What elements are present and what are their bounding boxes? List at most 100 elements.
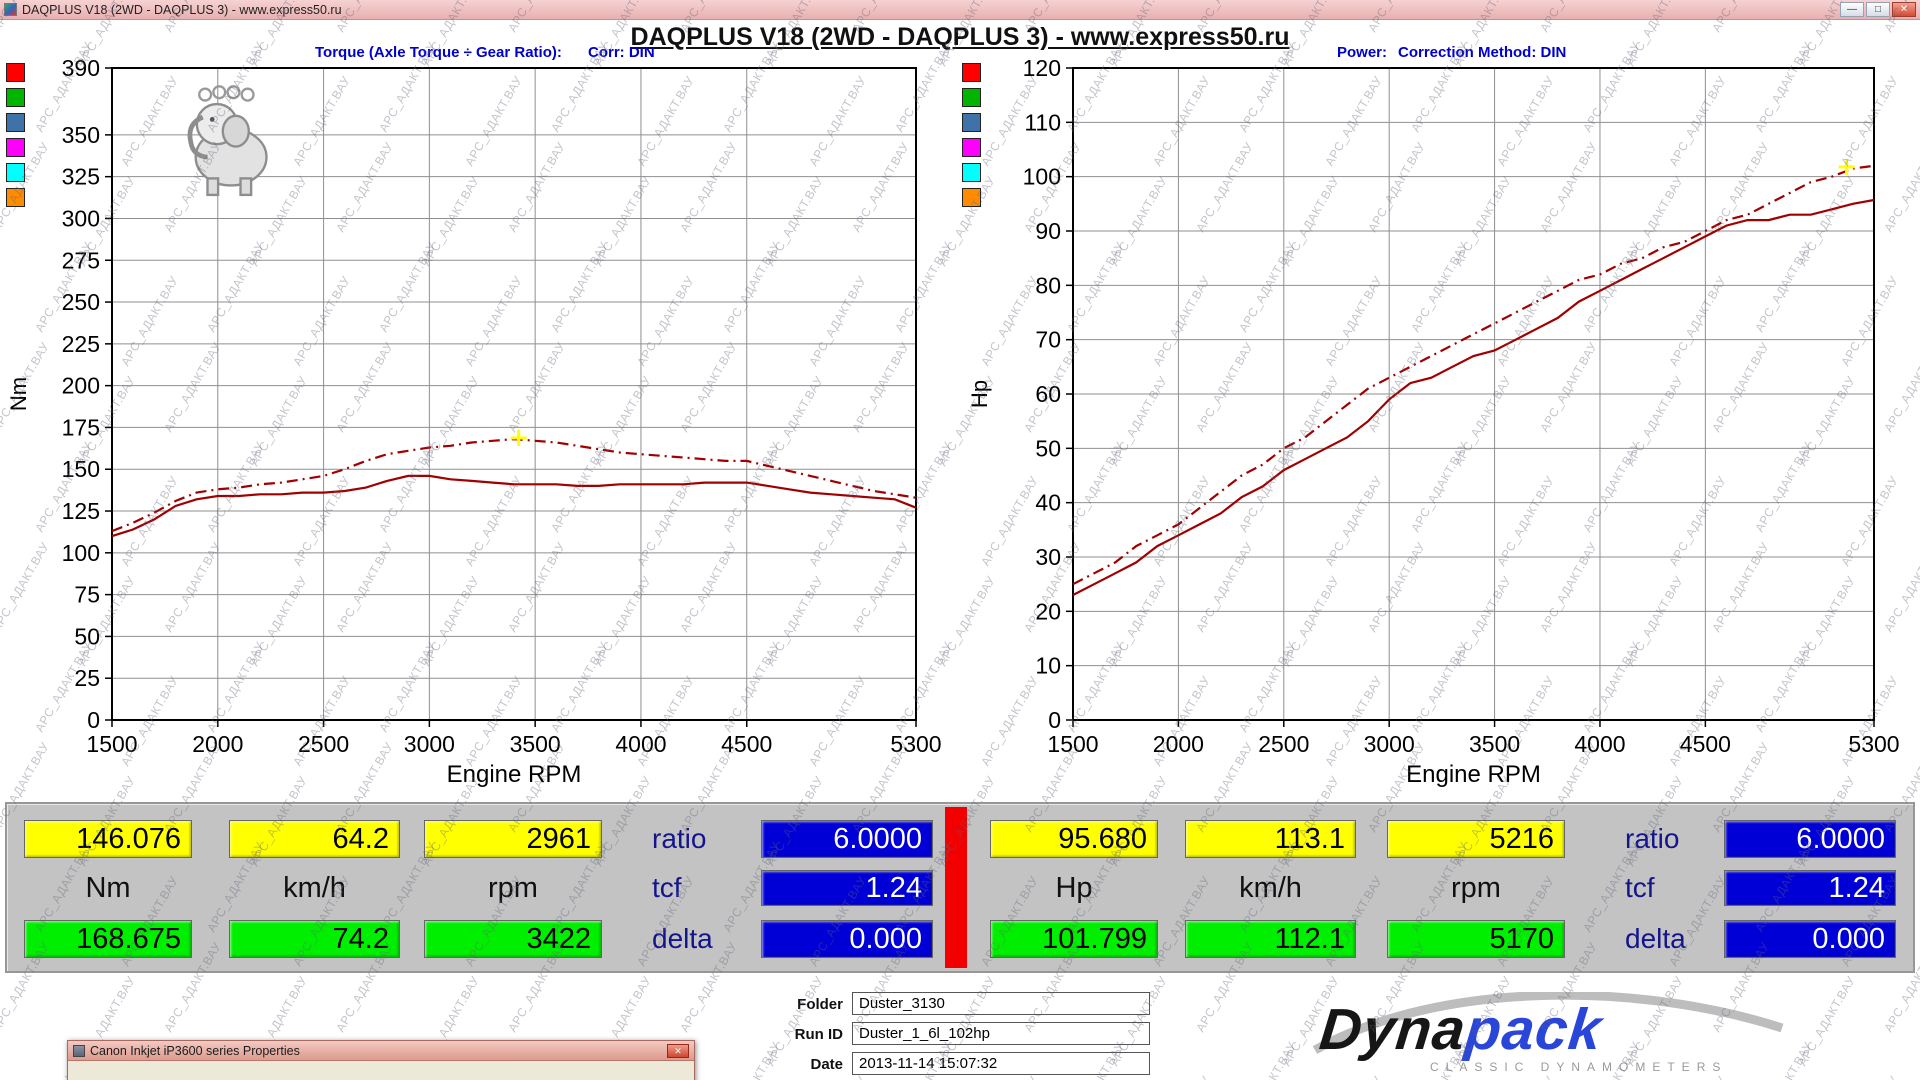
speed-unit-label-right: km/h bbox=[1185, 870, 1356, 906]
svg-text:1500: 1500 bbox=[1047, 731, 1098, 757]
svg-text:2000: 2000 bbox=[1153, 731, 1204, 757]
rpm-cursor2-value-left: 3422 bbox=[424, 920, 602, 958]
svg-text:Nm: Nm bbox=[6, 377, 31, 411]
run-color-swatch-1[interactable] bbox=[6, 63, 25, 82]
svg-text:125: 125 bbox=[62, 498, 100, 524]
dynapack-logo: Dynapack CLASSIC DYNAMOMETERS bbox=[1310, 990, 1790, 1080]
folder-label: Folder bbox=[725, 996, 843, 1013]
date-label: Date bbox=[725, 1056, 843, 1073]
speed-cursor2-value-left: 74.2 bbox=[229, 920, 400, 958]
rpm-cursor1-value-right: 5216 bbox=[1387, 820, 1565, 858]
svg-text:120: 120 bbox=[1023, 55, 1061, 81]
dynapack-subtitle: CLASSIC DYNAMOMETERS bbox=[1430, 1060, 1727, 1074]
svg-text:30: 30 bbox=[1035, 544, 1061, 570]
power-chart[interactable]: 1500200025003000350040004500530001020304… bbox=[965, 55, 1920, 805]
minimize-button[interactable]: — bbox=[1840, 2, 1864, 17]
power-correction-label: Correction Method: DIN bbox=[1398, 44, 1566, 61]
run-color-swatch-1[interactable] bbox=[962, 63, 981, 82]
torque-chart-title: Torque (Axle Torque ÷ Gear Ratio): bbox=[315, 44, 562, 61]
svg-text:70: 70 bbox=[1035, 327, 1061, 353]
svg-text:80: 80 bbox=[1035, 272, 1061, 298]
torque-run-legend bbox=[6, 63, 25, 207]
svg-text:2500: 2500 bbox=[298, 731, 349, 757]
run-color-swatch-3[interactable] bbox=[962, 113, 981, 132]
dynapack-text-blue: pack bbox=[1462, 997, 1605, 1062]
rpm-unit-label-left: rpm bbox=[424, 870, 602, 906]
svg-text:4500: 4500 bbox=[721, 731, 772, 757]
svg-text:20: 20 bbox=[1035, 598, 1061, 624]
speed-unit-label-left: km/h bbox=[229, 870, 400, 906]
svg-text:5300: 5300 bbox=[1848, 731, 1899, 757]
svg-text:3500: 3500 bbox=[1469, 731, 1520, 757]
svg-text:Hp: Hp bbox=[967, 380, 992, 408]
run-color-swatch-5[interactable] bbox=[6, 163, 25, 182]
svg-text:4000: 4000 bbox=[1574, 731, 1625, 757]
svg-text:275: 275 bbox=[62, 247, 100, 273]
printer-properties-dialog[interactable]: Canon Inkjet iP3600 series Properties ✕ bbox=[67, 1040, 695, 1080]
run-color-swatch-6[interactable] bbox=[962, 188, 981, 207]
run-color-swatch-2[interactable] bbox=[962, 88, 981, 107]
svg-text:110: 110 bbox=[1024, 109, 1061, 135]
svg-text:3500: 3500 bbox=[510, 731, 561, 757]
values-panel: 146.076 64.2 2961 ratio 6.0000 Nm km/h r… bbox=[5, 802, 1915, 973]
svg-text:325: 325 bbox=[62, 164, 100, 190]
app-icon bbox=[4, 3, 17, 16]
printer-icon bbox=[73, 1045, 85, 1057]
torque-chart[interactable]: 1500200025003000350040004500530002550751… bbox=[0, 55, 952, 805]
tcf-value-right: 1.24 bbox=[1724, 870, 1896, 906]
tcf-value-left: 1.24 bbox=[761, 870, 933, 906]
date-field[interactable] bbox=[852, 1052, 1150, 1075]
svg-text:225: 225 bbox=[62, 331, 100, 357]
power-run-legend bbox=[962, 63, 981, 207]
svg-text:250: 250 bbox=[62, 289, 100, 315]
torque-chart-svg: 1500200025003000350040004500530002550751… bbox=[0, 55, 952, 800]
printer-dialog-close-button[interactable]: ✕ bbox=[667, 1044, 689, 1058]
window-controls: — □ ✕ bbox=[1840, 2, 1916, 17]
window-title: DAQPLUS V18 (2WD - DAQPLUS 3) - www.expr… bbox=[22, 3, 342, 17]
svg-text:150: 150 bbox=[62, 456, 100, 482]
power-chart-svg: 1500200025003000350040004500530001020304… bbox=[965, 55, 1920, 800]
ratio-value-right: 6.0000 bbox=[1724, 820, 1896, 858]
svg-text:Engine RPM: Engine RPM bbox=[447, 761, 582, 788]
svg-text:3000: 3000 bbox=[404, 731, 455, 757]
power-cursor1-value: 95.680 bbox=[990, 820, 1158, 858]
elephant-logo bbox=[165, 83, 283, 203]
rpm-unit-label-right: rpm bbox=[1387, 870, 1565, 906]
ratio-value-left: 6.0000 bbox=[761, 820, 933, 858]
page-title: DAQPLUS V18 (2WD - DAQPLUS 3) - www.expr… bbox=[0, 23, 1920, 52]
run-id-field[interactable] bbox=[852, 1022, 1150, 1045]
svg-text:175: 175 bbox=[62, 414, 100, 440]
maximize-button[interactable]: □ bbox=[1866, 2, 1890, 17]
close-button[interactable]: ✕ bbox=[1892, 2, 1916, 17]
svg-text:4500: 4500 bbox=[1680, 731, 1731, 757]
run-color-swatch-5[interactable] bbox=[962, 163, 981, 182]
svg-text:Engine RPM: Engine RPM bbox=[1406, 761, 1541, 788]
svg-text:4000: 4000 bbox=[615, 731, 666, 757]
folder-field[interactable] bbox=[852, 992, 1150, 1015]
svg-text:350: 350 bbox=[62, 122, 100, 148]
torque-cursor1-value: 146.076 bbox=[24, 820, 192, 858]
torque-correction-label: Corr: DIN bbox=[588, 44, 655, 61]
tcf-label-right: tcf bbox=[1625, 870, 1725, 906]
svg-text:60: 60 bbox=[1035, 381, 1061, 407]
panel-divider bbox=[945, 807, 967, 968]
ratio-label-left: ratio bbox=[652, 820, 752, 858]
run-color-swatch-4[interactable] bbox=[6, 138, 25, 157]
svg-text:200: 200 bbox=[62, 373, 100, 399]
dynapack-text-black: Dyna bbox=[1317, 997, 1470, 1062]
svg-text:390: 390 bbox=[62, 55, 100, 81]
run-color-swatch-6[interactable] bbox=[6, 188, 25, 207]
run-color-swatch-3[interactable] bbox=[6, 113, 25, 132]
window-titlebar[interactable]: DAQPLUS V18 (2WD - DAQPLUS 3) - www.expr… bbox=[0, 0, 1920, 20]
power-cursor2-value: 101.799 bbox=[990, 920, 1158, 958]
run-id-label: Run ID bbox=[725, 1026, 843, 1043]
run-color-swatch-2[interactable] bbox=[6, 88, 25, 107]
svg-text:1500: 1500 bbox=[86, 731, 137, 757]
printer-dialog-titlebar[interactable]: Canon Inkjet iP3600 series Properties ✕ bbox=[68, 1041, 694, 1061]
run-color-swatch-4[interactable] bbox=[962, 138, 981, 157]
power-chart-title: Power: bbox=[1337, 44, 1387, 61]
rpm-cursor2-value-right: 5170 bbox=[1387, 920, 1565, 958]
speed-cursor1-value-right: 113.1 bbox=[1185, 820, 1356, 858]
svg-text:50: 50 bbox=[74, 623, 100, 649]
torque-unit-label: Nm bbox=[24, 870, 192, 906]
